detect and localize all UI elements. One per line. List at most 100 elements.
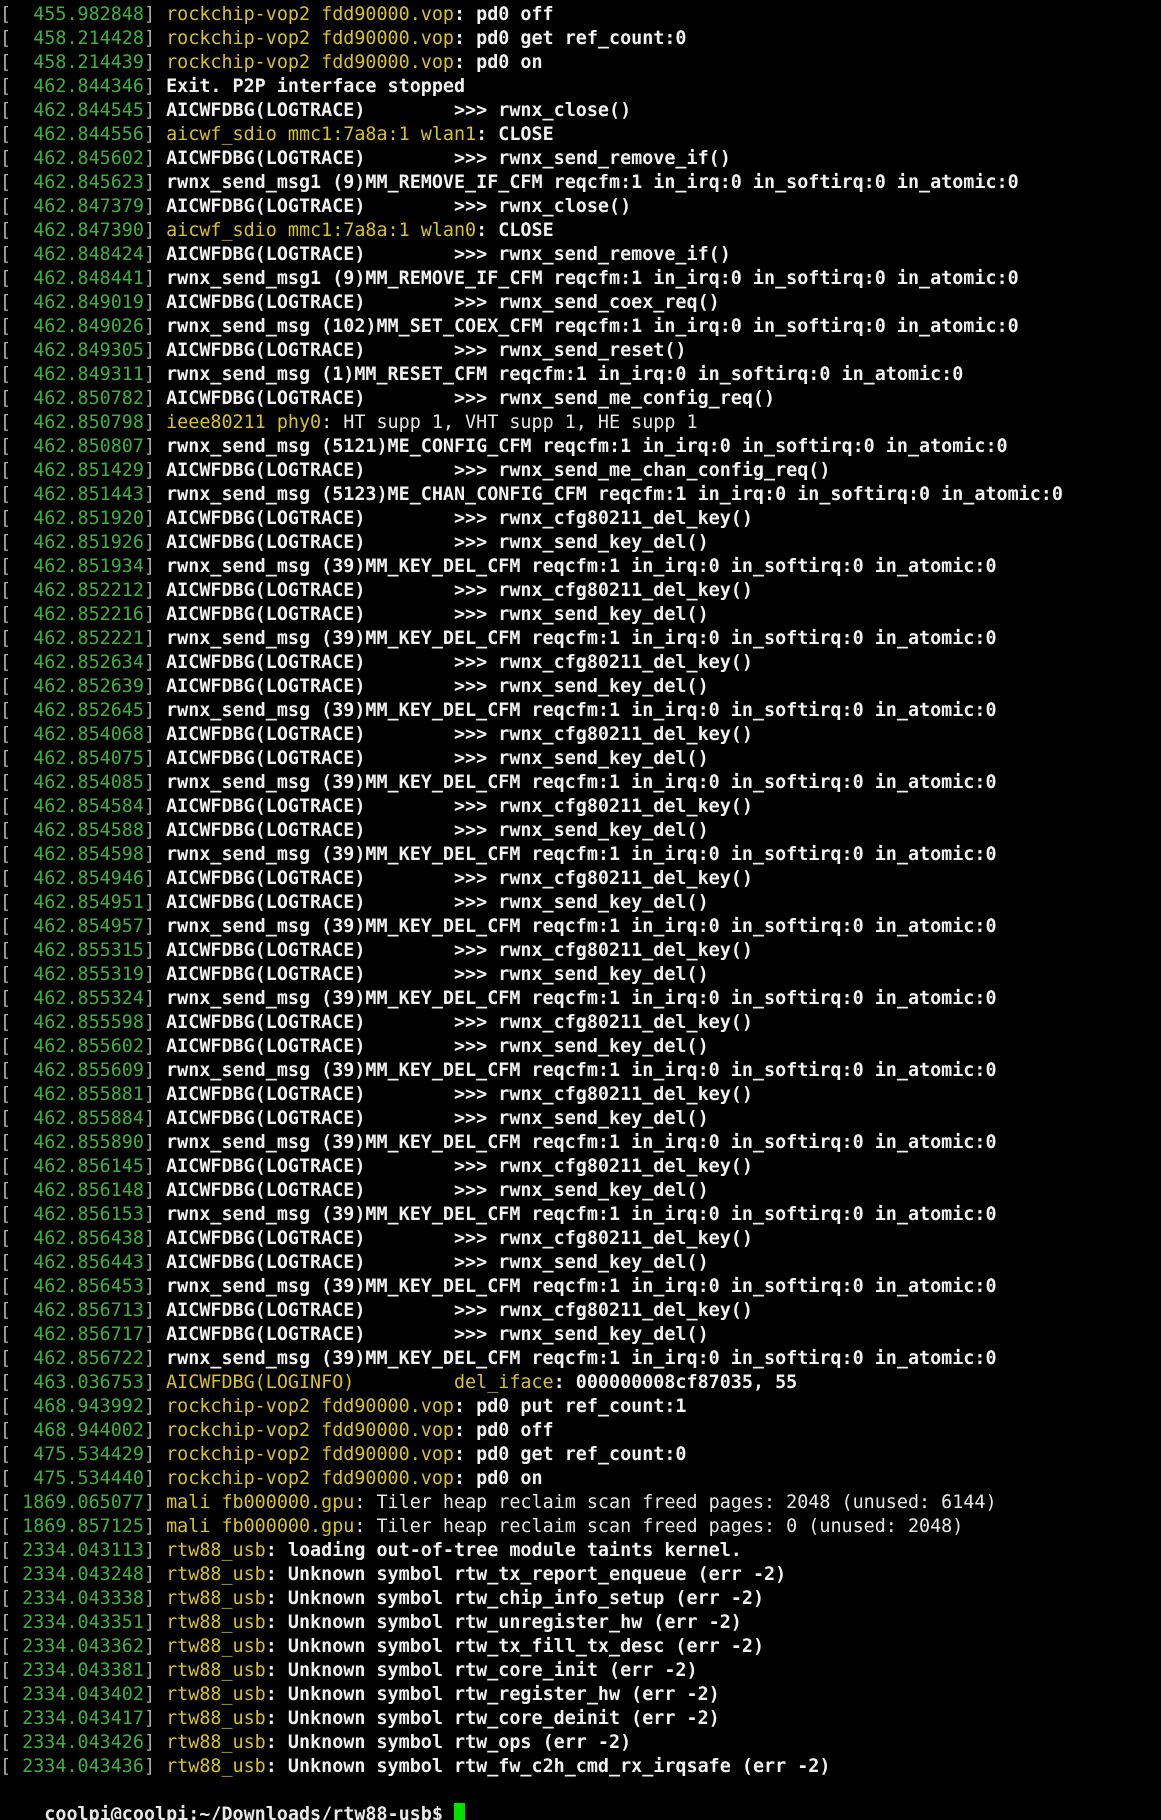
- log-message: AICWFDBG(LOGTRACE) >>> rwnx_send_me_chan…: [166, 460, 831, 481]
- log-message: rwnx_send_msg (39)MM_KEY_DEL_CFM reqcfm:…: [166, 628, 997, 649]
- log-timestamp: 462.851443: [11, 484, 144, 505]
- log-timestamp: 462.855315: [11, 940, 144, 961]
- log-line: [ 462.852216] AICWFDBG(LOGTRACE) >>> rwn…: [0, 603, 1161, 627]
- timestamp-open-bracket: [: [0, 916, 12, 937]
- log-message: AICWFDBG(LOGTRACE) >>> rwnx_cfg80211_del…: [166, 940, 753, 961]
- log-timestamp: 462.856713: [11, 1300, 144, 1321]
- timestamp-close-bracket: ]: [143, 1732, 167, 1753]
- log-timestamp: 463.036753: [11, 1372, 144, 1393]
- log-line: [ 462.855319] AICWFDBG(LOGTRACE) >>> rwn…: [0, 963, 1161, 987]
- log-line: [ 1869.065077] mali fb000000.gpu: Tiler …: [0, 1491, 1161, 1515]
- timestamp-open-bracket: [: [0, 1540, 12, 1561]
- timestamp-close-bracket: ]: [143, 1276, 167, 1297]
- log-line: [ 462.850782] AICWFDBG(LOGTRACE) >>> rwn…: [0, 387, 1161, 411]
- log-message: : Unknown symbol rtw_register_hw (err -2…: [265, 1684, 720, 1705]
- log-timestamp: 2334.043113: [11, 1540, 144, 1561]
- log-message: AICWFDBG(LOGTRACE) >>> rwnx_cfg80211_del…: [166, 796, 753, 817]
- timestamp-close-bracket: ]: [143, 1132, 167, 1153]
- log-timestamp: 462.844545: [11, 100, 144, 121]
- log-line: [ 462.854951] AICWFDBG(LOGTRACE) >>> rwn…: [0, 891, 1161, 915]
- log-line: [ 462.856438] AICWFDBG(LOGTRACE) >>> rwn…: [0, 1227, 1161, 1251]
- timestamp-open-bracket: [: [0, 1324, 12, 1345]
- timestamp-close-bracket: ]: [143, 100, 167, 121]
- timestamp-open-bracket: [: [0, 1156, 12, 1177]
- log-timestamp: 2334.043402: [11, 1684, 144, 1705]
- log-timestamp: 462.855884: [11, 1108, 144, 1129]
- log-device-prefix: AICWFDBG(LOGINFO) del_iface: [166, 1372, 554, 1393]
- timestamp-open-bracket: [: [0, 724, 12, 745]
- timestamp-open-bracket: [: [0, 1660, 12, 1681]
- log-timestamp: 2334.043362: [11, 1636, 144, 1657]
- timestamp-close-bracket: ]: [143, 124, 167, 145]
- log-timestamp: 462.855602: [11, 1036, 144, 1057]
- log-device-prefix: rockchip-vop2 fdd90000.vop: [166, 1444, 454, 1465]
- timestamp-open-bracket: [: [0, 1708, 12, 1729]
- timestamp-open-bracket: [: [0, 556, 12, 577]
- timestamp-close-bracket: ]: [143, 1468, 167, 1489]
- log-timestamp: 462.854085: [11, 772, 144, 793]
- timestamp-close-bracket: ]: [143, 1060, 167, 1081]
- log-line: [ 455.982848] rockchip-vop2 fdd90000.vop…: [0, 3, 1161, 27]
- timestamp-open-bracket: [: [0, 964, 12, 985]
- log-device-prefix: rtw88_usb: [166, 1732, 266, 1753]
- timestamp-open-bracket: [: [0, 892, 12, 913]
- log-timestamp: 462.845623: [11, 172, 144, 193]
- log-message: AICWFDBG(LOGTRACE) >>> rwnx_cfg80211_del…: [166, 1084, 753, 1105]
- timestamp-close-bracket: ]: [143, 148, 167, 169]
- timestamp-open-bracket: [: [0, 580, 12, 601]
- log-line: [ 458.214439] rockchip-vop2 fdd90000.vop…: [0, 51, 1161, 75]
- log-message: AICWFDBG(LOGTRACE) >>> rwnx_send_key_del…: [166, 676, 709, 697]
- timestamp-open-bracket: [: [0, 1372, 12, 1393]
- log-line: [ 462.849019] AICWFDBG(LOGTRACE) >>> rwn…: [0, 291, 1161, 315]
- log-line: [ 462.849305] AICWFDBG(LOGTRACE) >>> rwn…: [0, 339, 1161, 363]
- log-timestamp: 462.851920: [11, 508, 144, 529]
- timestamp-close-bracket: ]: [143, 364, 167, 385]
- timestamp-close-bracket: ]: [143, 964, 167, 985]
- timestamp-open-bracket: [: [0, 172, 12, 193]
- timestamp-close-bracket: ]: [143, 916, 167, 937]
- log-line: [ 462.856148] AICWFDBG(LOGTRACE) >>> rwn…: [0, 1179, 1161, 1203]
- shell-prompt-line[interactable]: coolpi@coolpi:~/Downloads/rtw88-usb$: [0, 1779, 1161, 1820]
- log-timestamp: 475.534440: [11, 1468, 144, 1489]
- log-message: : pd0 on: [453, 1468, 543, 1489]
- log-device-prefix: rtw88_usb: [166, 1588, 266, 1609]
- log-message: rwnx_send_msg (39)MM_KEY_DEL_CFM reqcfm:…: [166, 772, 997, 793]
- log-line: [ 462.844346] Exit. P2P interface stoppe…: [0, 75, 1161, 99]
- timestamp-open-bracket: [: [0, 1204, 12, 1225]
- timestamp-close-bracket: ]: [143, 580, 167, 601]
- log-timestamp: 462.844346: [11, 76, 144, 97]
- timestamp-close-bracket: ]: [143, 292, 167, 313]
- log-timestamp: 462.855598: [11, 1012, 144, 1033]
- log-line: [ 462.852639] AICWFDBG(LOGTRACE) >>> rwn…: [0, 675, 1161, 699]
- timestamp-close-bracket: ]: [143, 868, 167, 889]
- log-message: AICWFDBG(LOGTRACE) >>> rwnx_cfg80211_del…: [166, 1012, 753, 1033]
- log-message: rwnx_send_msg (5123)ME_CHAN_CONFIG_CFM r…: [166, 484, 1063, 505]
- log-timestamp: 1869.857125: [11, 1516, 144, 1537]
- log-timestamp: 462.852212: [11, 580, 144, 601]
- timestamp-close-bracket: ]: [143, 28, 167, 49]
- timestamp-close-bracket: ]: [143, 220, 167, 241]
- log-device-prefix: rtw88_usb: [166, 1660, 266, 1681]
- log-line: [ 462.854588] AICWFDBG(LOGTRACE) >>> rwn…: [0, 819, 1161, 843]
- log-timestamp: 462.854957: [11, 916, 144, 937]
- log-device-prefix: rockchip-vop2 fdd90000.vop: [166, 52, 454, 73]
- log-line: [ 462.856722] rwnx_send_msg (39)MM_KEY_D…: [0, 1347, 1161, 1371]
- timestamp-open-bracket: [: [0, 1108, 12, 1129]
- log-timestamp: 462.851934: [11, 556, 144, 577]
- timestamp-open-bracket: [: [0, 1084, 12, 1105]
- log-line: [ 462.856713] AICWFDBG(LOGTRACE) >>> rwn…: [0, 1299, 1161, 1323]
- timestamp-open-bracket: [: [0, 604, 12, 625]
- timestamp-close-bracket: ]: [143, 1204, 167, 1225]
- log-message: AICWFDBG(LOGTRACE) >>> rwnx_cfg80211_del…: [166, 868, 753, 889]
- log-line: [ 475.534440] rockchip-vop2 fdd90000.vop…: [0, 1467, 1161, 1491]
- timestamp-close-bracket: ]: [143, 1252, 167, 1273]
- terminal-window[interactable]: [ 455.982848] rockchip-vop2 fdd90000.vop…: [0, 3, 1161, 1820]
- kernel-log-output: [ 455.982848] rockchip-vop2 fdd90000.vop…: [0, 3, 1161, 1779]
- log-timestamp: 462.850807: [11, 436, 144, 457]
- timestamp-close-bracket: ]: [143, 1564, 167, 1585]
- timestamp-close-bracket: ]: [143, 1588, 167, 1609]
- timestamp-close-bracket: ]: [143, 76, 167, 97]
- log-line: [ 462.850798] ieee80211 phy0: HT supp 1,…: [0, 411, 1161, 435]
- timestamp-open-bracket: [: [0, 292, 12, 313]
- timestamp-open-bracket: [: [0, 868, 12, 889]
